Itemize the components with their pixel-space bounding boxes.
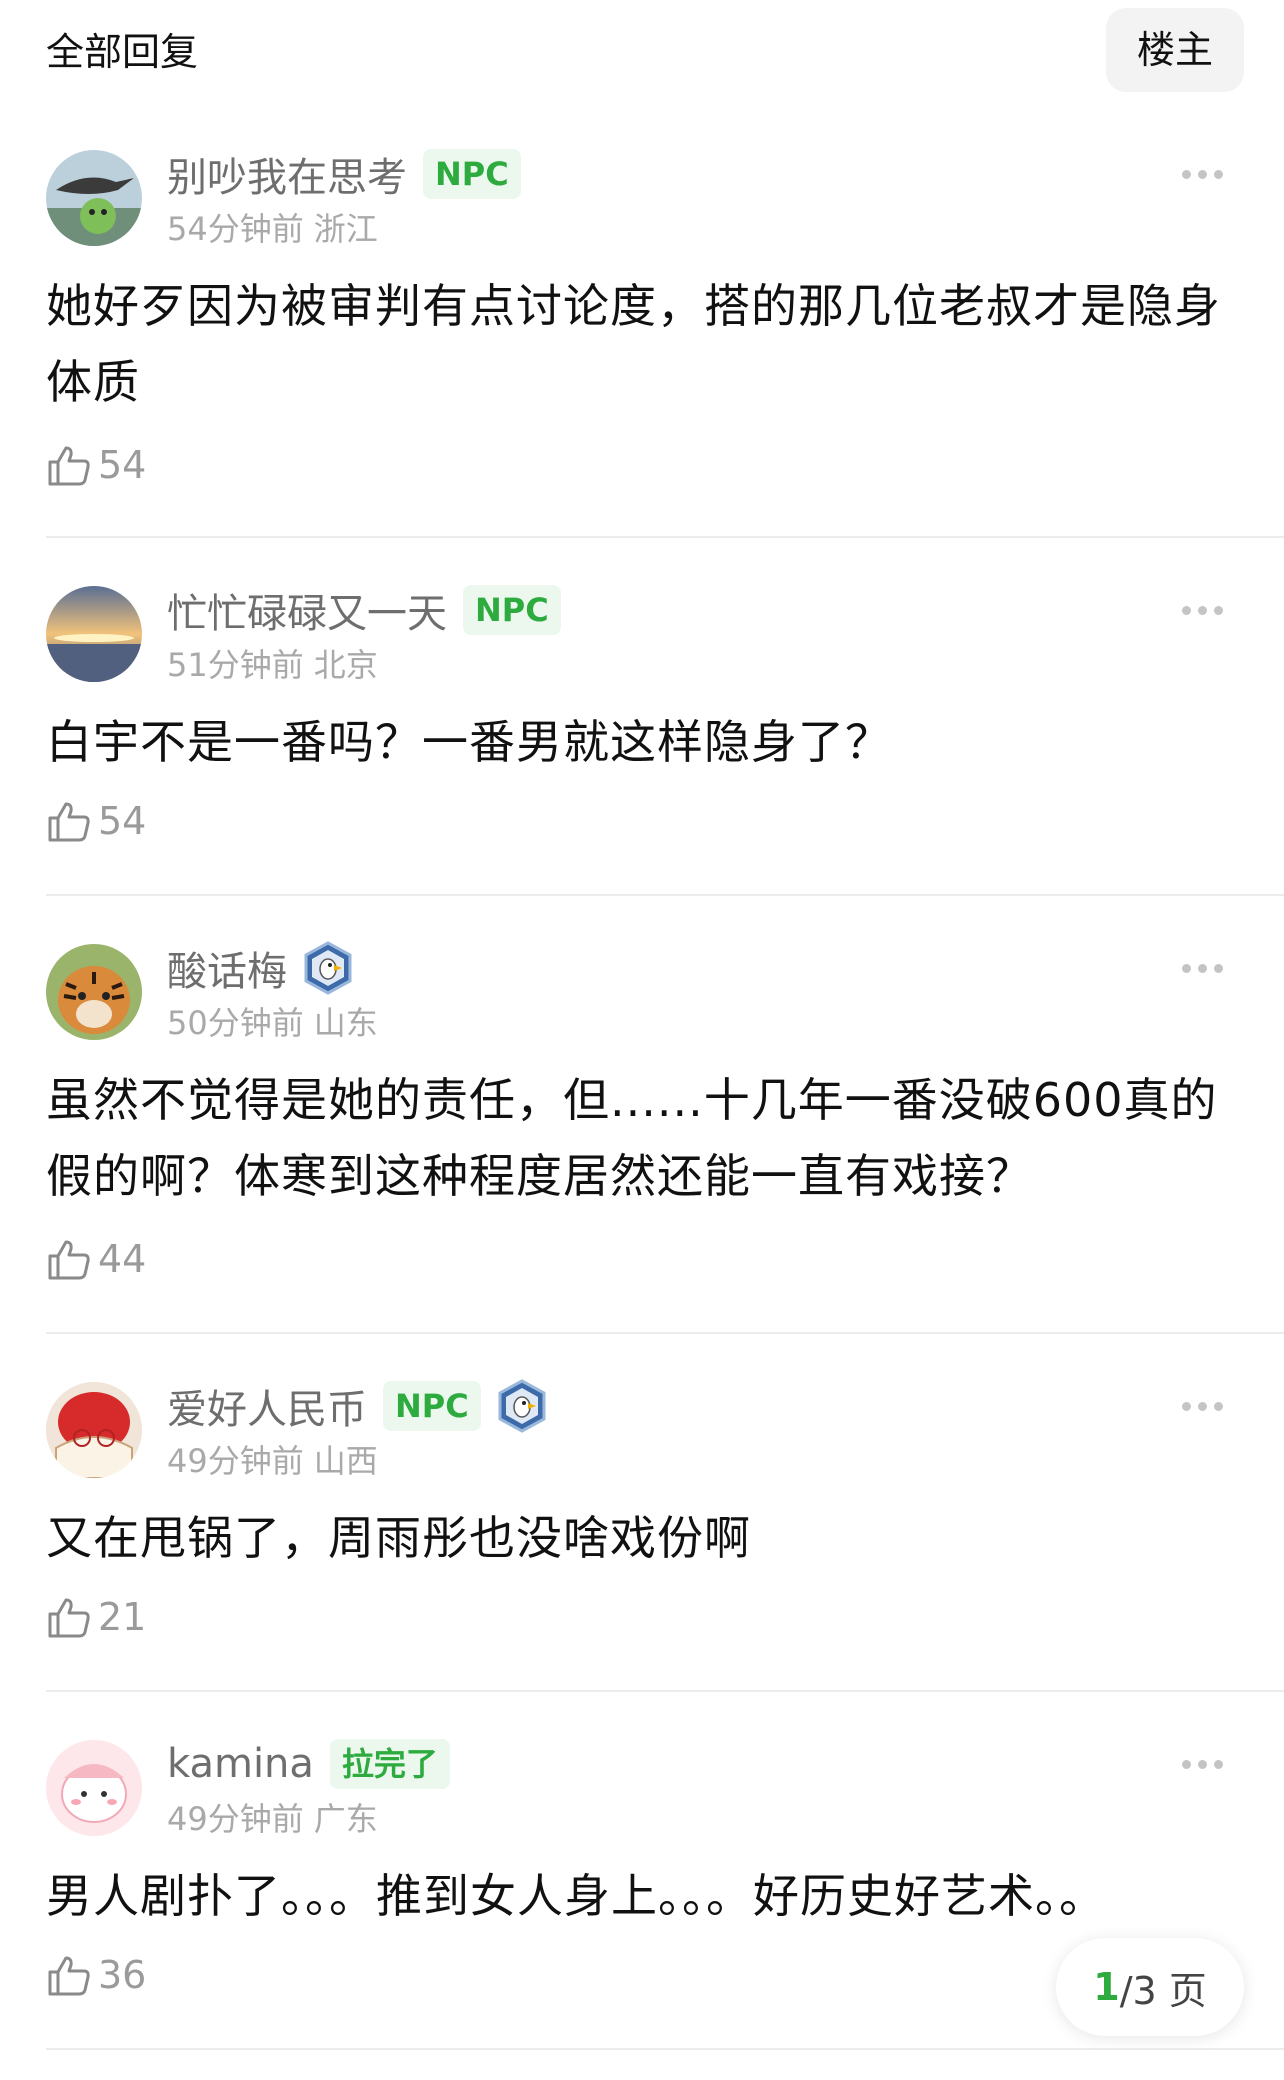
comment-text: 又在甩锅了，周雨彤也没啥戏份啊	[46, 1511, 751, 1565]
name-row: 爱好人民币 NPC	[167, 1378, 549, 1434]
username[interactable]: 别吵我在思考	[167, 145, 407, 203]
name-row: 别吵我在思考 NPC	[167, 146, 521, 202]
page-indicator[interactable]: 1/3 页	[1056, 1938, 1244, 2036]
current-page: 1	[1093, 1965, 1120, 2009]
like-button[interactable]: 21	[46, 1594, 146, 1640]
comment-time: 49分钟前	[167, 1800, 304, 1838]
username[interactable]: 爱好人民币	[167, 1377, 367, 1435]
username[interactable]: kamina	[167, 1741, 314, 1787]
strawberry-avatar-icon[interactable]	[46, 1382, 142, 1478]
eagle-badge-icon	[495, 1379, 549, 1433]
total-pages: /3 页	[1119, 1968, 1207, 2013]
comment-meta: 51分钟前 北京	[167, 640, 378, 686]
npc-tag: NPC	[423, 149, 521, 199]
comment-time: 50分钟前	[167, 1004, 304, 1042]
op-only-button[interactable]: 楼主	[1106, 8, 1244, 92]
top-bar: 全部回复 楼主	[0, 0, 1284, 110]
username[interactable]: 酸话梅	[167, 939, 287, 997]
comment-text: 虽然不觉得是她的责任，但......十几年一番没破600真的假的啊？体寒到这种程…	[46, 1073, 1218, 1203]
eagle-badge-icon	[301, 941, 355, 995]
comment-time: 54分钟前	[167, 210, 304, 248]
comment-meta: 50分钟前 山东	[167, 998, 378, 1044]
comment-time: 49分钟前	[167, 1442, 304, 1480]
more-options-icon[interactable]	[1182, 958, 1232, 978]
comment-location: 浙江	[313, 210, 378, 248]
name-row: 酸话梅	[167, 940, 355, 996]
all-replies-title: 全部回复	[46, 30, 199, 74]
tiger-avatar-icon[interactable]	[46, 944, 142, 1040]
comment-meta: 54分钟前 浙江	[167, 204, 378, 250]
comment-location: 广东	[313, 1800, 378, 1838]
npc-tag: NPC	[463, 585, 561, 635]
more-options-icon[interactable]	[1182, 1396, 1232, 1416]
divider	[46, 1332, 1284, 1334]
divider	[46, 2048, 1284, 2050]
name-row: kamina 拉完了	[167, 1736, 450, 1792]
thumbs-up-icon	[46, 442, 92, 488]
thumbs-up-icon	[46, 1236, 92, 1282]
comment-location: 北京	[313, 646, 378, 684]
like-button[interactable]: 44	[46, 1236, 146, 1282]
thumbs-up-icon	[46, 798, 92, 844]
comment-location: 山西	[313, 1442, 378, 1480]
like-button[interactable]: 54	[46, 798, 146, 844]
thumbs-up-icon	[46, 1594, 92, 1640]
more-options-icon[interactable]	[1182, 600, 1232, 620]
like-count: 44	[98, 1237, 147, 1281]
user-tag: 拉完了	[329, 1739, 450, 1789]
more-options-icon[interactable]	[1182, 164, 1232, 184]
comment-time: 51分钟前	[167, 646, 304, 684]
name-row: 忙忙碌碌又一天 NPC	[167, 582, 561, 638]
divider	[46, 1690, 1284, 1692]
like-button[interactable]: 36	[46, 1952, 146, 1998]
like-count: 54	[98, 443, 147, 487]
comment-meta: 49分钟前 广东	[167, 1794, 378, 1840]
comment-meta: 49分钟前 山西	[167, 1436, 378, 1482]
like-count: 21	[98, 1595, 147, 1639]
sunset-avatar-icon[interactable]	[46, 586, 142, 682]
divider	[46, 894, 1284, 896]
thumbs-up-icon	[46, 1952, 92, 1998]
comment-text: 白宇不是一番吗？一番男就这样隐身了？	[46, 715, 892, 769]
comment-text: 男人剧扑了。。。推到女人身上。。。好历史好艺术。。	[46, 1869, 1106, 1923]
divider	[46, 536, 1284, 538]
like-button[interactable]: 54	[46, 442, 146, 488]
username[interactable]: 忙忙碌碌又一天	[167, 581, 447, 639]
goose-avatar-icon[interactable]	[46, 150, 142, 246]
npc-tag: NPC	[383, 1381, 481, 1431]
like-count: 36	[98, 1953, 147, 1997]
cartoon-avatar-icon[interactable]	[46, 1740, 142, 1836]
more-options-icon[interactable]	[1182, 1754, 1232, 1774]
comment-text: 她好歹因为被审判有点讨论度，搭的那几位老叔才是隐身体质	[46, 279, 1221, 409]
like-count: 54	[98, 799, 147, 843]
comment-location: 山东	[313, 1004, 378, 1042]
